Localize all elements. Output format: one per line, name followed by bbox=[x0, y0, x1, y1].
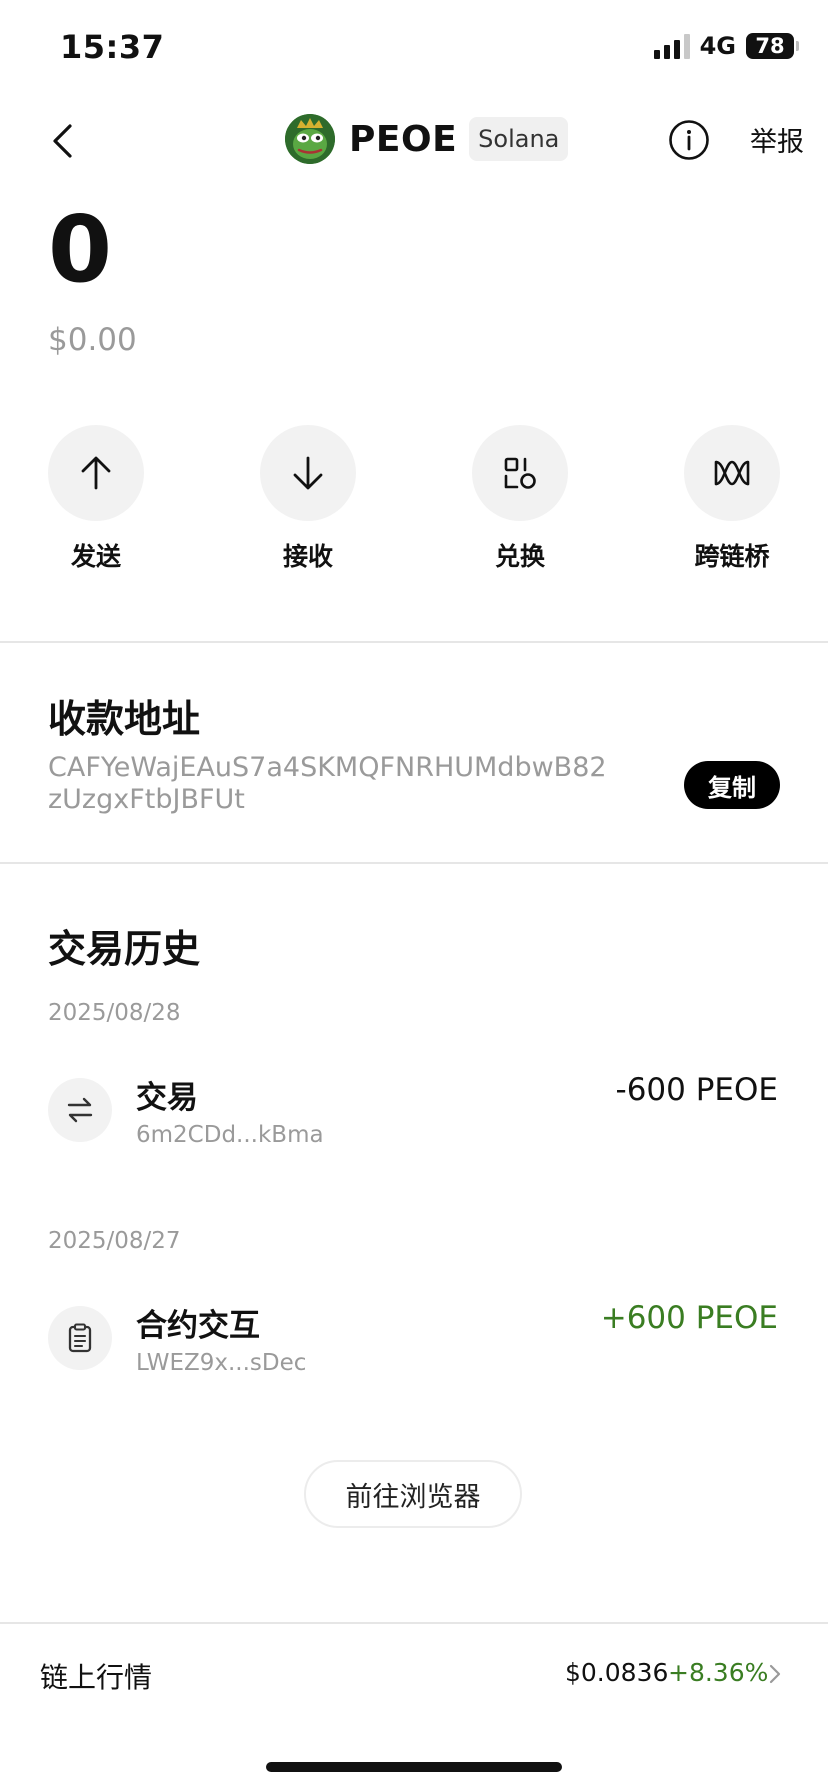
divider bbox=[0, 641, 828, 643]
swap-circle bbox=[472, 425, 568, 521]
arrow-down-icon bbox=[293, 456, 323, 490]
receive-address-title: 收款地址 bbox=[48, 697, 201, 741]
status-time: 15:37 bbox=[60, 28, 165, 66]
market-change: +8.36% bbox=[668, 1658, 769, 1687]
info-button[interactable] bbox=[668, 119, 710, 161]
chevron-right-icon bbox=[765, 1662, 785, 1686]
receive-label: 接收 bbox=[282, 542, 333, 571]
receive-circle bbox=[260, 425, 356, 521]
back-button[interactable] bbox=[42, 116, 82, 166]
status-icons: 4G 78 bbox=[653, 32, 799, 60]
receive-button[interactable]: 接收 bbox=[260, 425, 356, 573]
copy-button[interactable]: 复制 bbox=[684, 761, 780, 809]
bridge-button[interactable]: 跨链桥 bbox=[684, 425, 780, 573]
swap-button[interactable]: 兑换 bbox=[472, 425, 568, 573]
transaction-amount: -600 PEOE bbox=[615, 1072, 778, 1108]
arrow-up-icon bbox=[81, 456, 111, 490]
send-button[interactable]: 发送 bbox=[48, 425, 144, 573]
report-button[interactable]: 举报 bbox=[750, 120, 804, 159]
balance-usd: $0.00 bbox=[48, 322, 137, 358]
transaction-title: 合约交互 bbox=[136, 1308, 260, 1344]
market-price: $0.0836 bbox=[565, 1658, 669, 1687]
transaction-row[interactable]: 交易 6m2CDd...kBma -600 PEOE bbox=[0, 1060, 828, 1170]
transaction-hash: LWEZ9x...sDec bbox=[136, 1350, 307, 1376]
home-indicator bbox=[266, 1762, 562, 1772]
view-explorer-button[interactable]: 前往浏览器 bbox=[304, 1460, 522, 1528]
info-icon bbox=[669, 120, 709, 160]
swap-label: 兑换 bbox=[494, 542, 545, 571]
history-date: 2025/08/27 bbox=[48, 1228, 181, 1254]
transaction-title: 交易 bbox=[136, 1080, 198, 1116]
chain-badge: Solana bbox=[469, 117, 569, 161]
history-title: 交易历史 bbox=[48, 927, 201, 971]
receive-address: CAFYeWajEAuS7a4SKMQFNRHUMdbwB82zUzgxFtbJ… bbox=[48, 752, 607, 815]
chevron-left-icon bbox=[53, 124, 72, 158]
transaction-row[interactable]: 合约交互 LWEZ9x...sDec +600 PEOE bbox=[0, 1288, 828, 1398]
signal-icon bbox=[653, 33, 690, 59]
transaction-hash: 6m2CDd...kBma bbox=[136, 1122, 324, 1148]
battery-icon: 78 bbox=[746, 33, 799, 59]
swap-shapes-icon bbox=[504, 457, 536, 489]
send-circle bbox=[48, 425, 144, 521]
history-date: 2025/08/28 bbox=[48, 1000, 181, 1026]
transaction-icon bbox=[48, 1306, 112, 1370]
token-balance: 0 bbox=[48, 196, 113, 303]
bridge-circle bbox=[684, 425, 780, 521]
clipboard-icon bbox=[68, 1323, 92, 1353]
transaction-icon bbox=[48, 1078, 112, 1142]
bridge-icon bbox=[714, 460, 750, 486]
market-label: 链上行情 bbox=[40, 1661, 153, 1694]
token-symbol: PEOE bbox=[349, 118, 458, 160]
divider bbox=[0, 862, 828, 864]
bridge-label: 跨链桥 bbox=[694, 542, 770, 571]
network-type: 4G bbox=[699, 32, 736, 60]
transfer-arrows-icon bbox=[67, 1097, 93, 1123]
battery-level: 78 bbox=[755, 34, 785, 58]
send-label: 发送 bbox=[70, 542, 121, 571]
pepe-token-logo bbox=[285, 114, 335, 164]
transaction-amount: +600 PEOE bbox=[600, 1300, 778, 1336]
token-title: PEOE Solana bbox=[285, 114, 569, 164]
